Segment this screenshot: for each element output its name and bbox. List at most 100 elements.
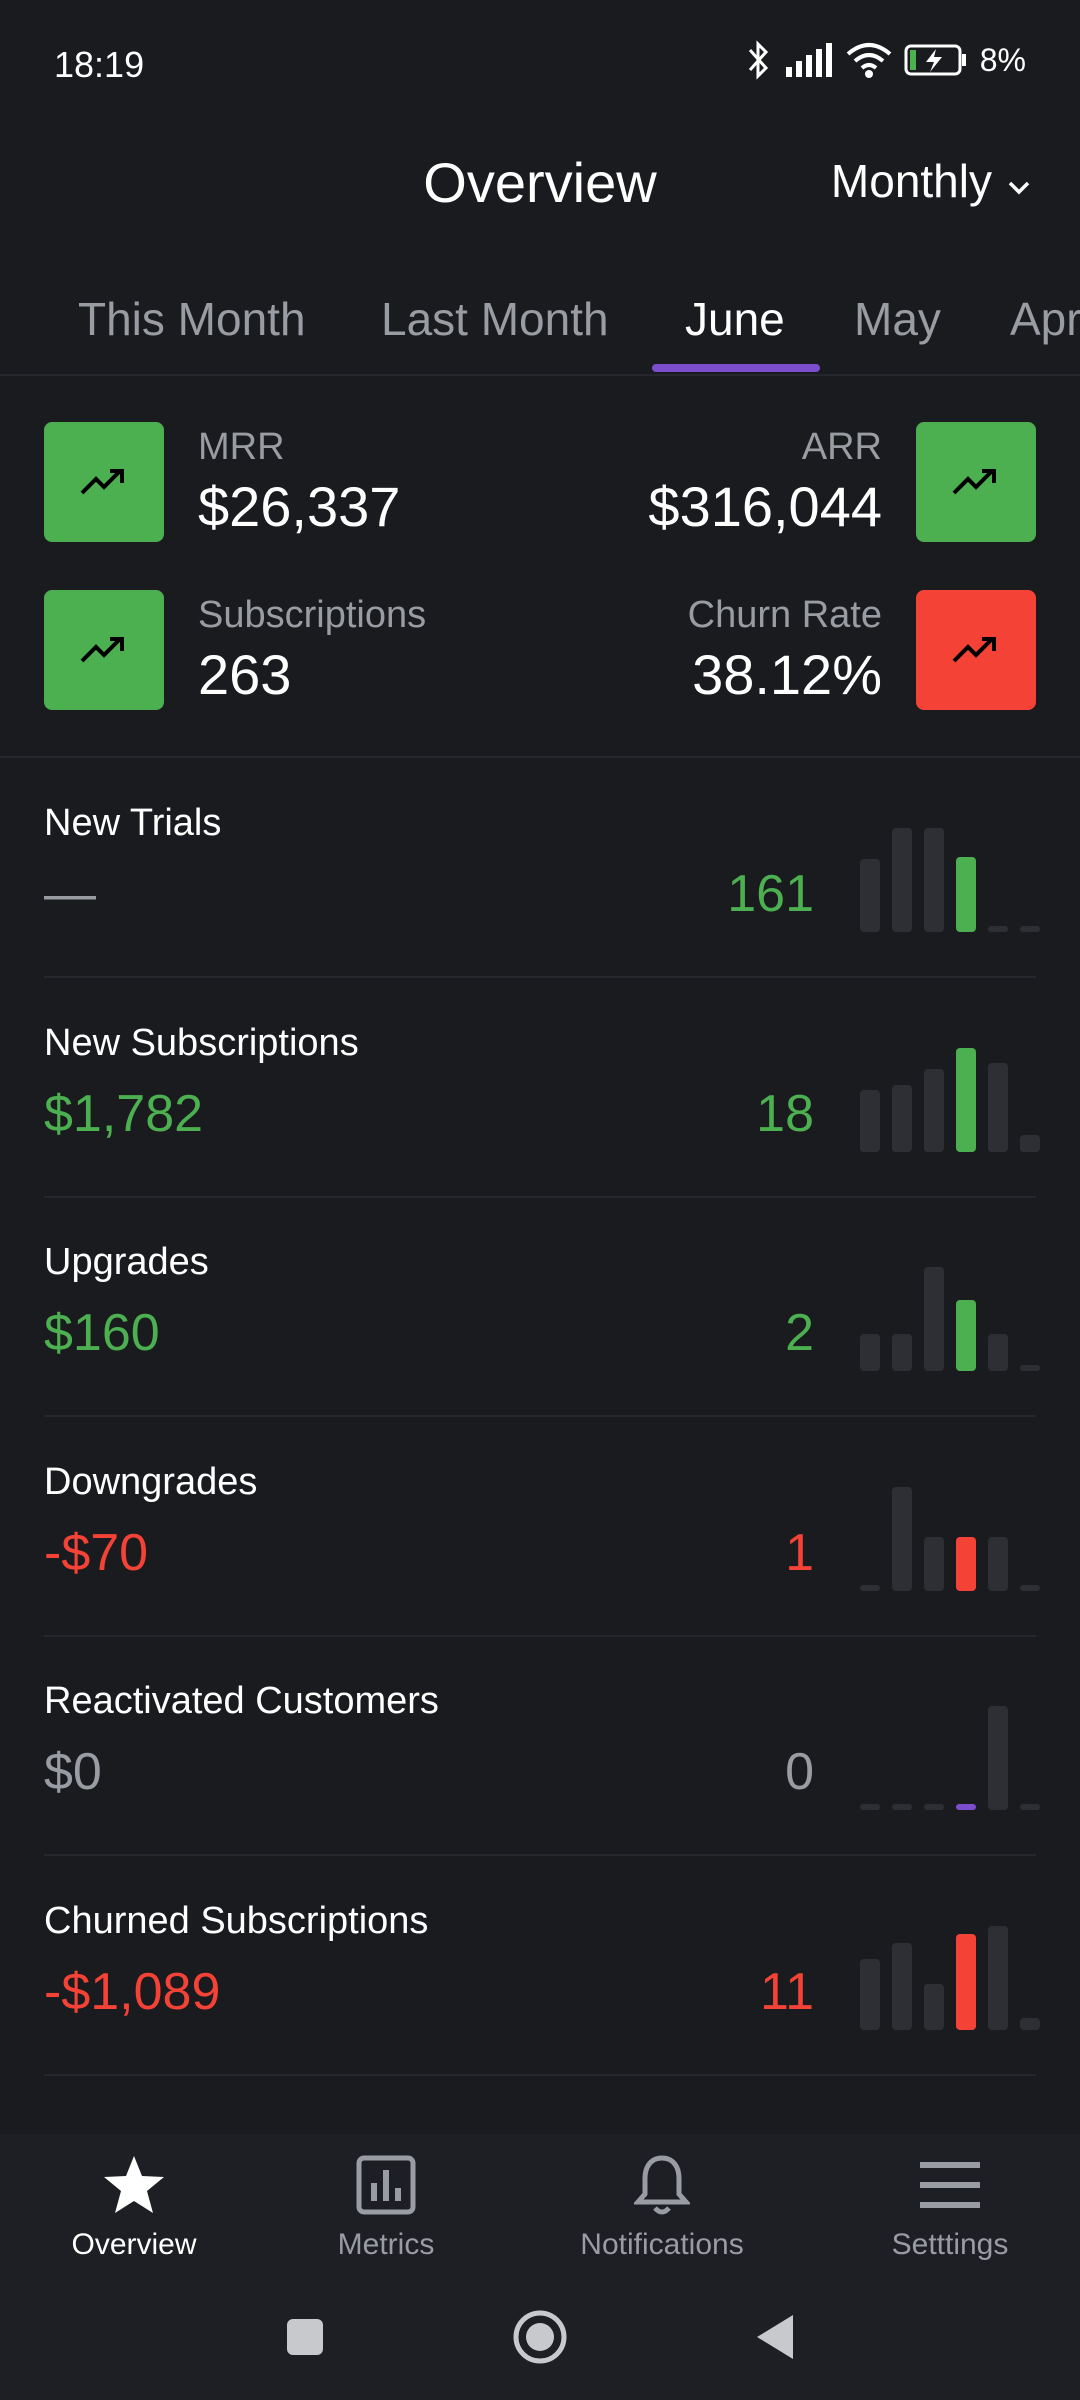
sparkline-bar — [924, 828, 944, 932]
trending-up-icon — [44, 422, 164, 542]
sparkline-bar — [892, 1942, 912, 2030]
home-button[interactable] — [500, 2302, 580, 2372]
sparkline-bar — [860, 1958, 880, 2030]
sparkline-bar — [924, 1068, 944, 1152]
sparkline-bar — [892, 1084, 912, 1152]
back-button[interactable] — [735, 2302, 815, 2372]
metric-amount: — — [44, 865, 96, 923]
kpi-churn-rate[interactable]: Churn Rate 38.12% — [576, 590, 1036, 710]
kpi-subscriptions[interactable]: Subscriptions 263 — [44, 590, 504, 710]
period-dropdown[interactable]: Monthly — [831, 154, 1032, 208]
system-nav-bar — [0, 2274, 1080, 2400]
kpi-value: $26,337 — [198, 475, 401, 538]
sparkline-bar — [956, 857, 976, 932]
sparkline-bar — [1020, 1134, 1040, 1152]
sparkline-bar — [956, 1300, 976, 1371]
sparkline-bar — [892, 1804, 912, 1810]
tab-june[interactable]: June — [685, 292, 785, 346]
tab-apr[interactable]: Apr — [1010, 292, 1080, 346]
kpi-arr[interactable]: ARR $316,044 — [576, 422, 1036, 542]
sparkline-bar — [1020, 1365, 1040, 1371]
sparkline-chart — [860, 1022, 1040, 1152]
metric-count: 18 — [756, 1084, 814, 1143]
period-tabs: This Month Last Month June May Apr — [0, 262, 1080, 376]
metric-name: New Trials — [44, 802, 222, 844]
kpi-label: Subscriptions — [198, 594, 427, 636]
sparkline-bar — [956, 1047, 976, 1152]
kpi-label: Churn Rate — [687, 594, 882, 636]
metric-row-upgrades[interactable]: Upgrades $160 2 — [44, 1197, 1040, 1417]
nav-overview[interactable]: Overview — [14, 2150, 254, 2262]
kpi-label: ARR — [801, 426, 882, 468]
kpi-value: 263 — [198, 643, 292, 706]
status-time: 18:19 — [54, 44, 145, 85]
sparkline-bar — [924, 1983, 944, 2030]
recents-button[interactable] — [265, 2302, 345, 2372]
metric-amount: $1,782 — [44, 1084, 204, 1143]
metric-amount: -$1,089 — [44, 1962, 221, 2021]
kpi-mrr[interactable]: MRR $26,337 — [44, 422, 504, 542]
sparkline-bar — [956, 1536, 976, 1591]
status-icons: 8% — [746, 40, 1026, 80]
trending-up-icon — [44, 590, 164, 710]
nav-notifications[interactable]: Notifications — [542, 2150, 782, 2262]
tab-last-month[interactable]: Last Month — [381, 292, 609, 346]
sparkline-bar — [860, 1584, 880, 1591]
sparkline-bar — [860, 1089, 880, 1152]
menu-icon — [830, 2150, 1070, 2220]
wifi-icon — [846, 42, 892, 78]
kpi-value: $316,044 — [648, 475, 882, 538]
kpi-value: 38.12% — [692, 643, 882, 706]
battery-icon — [904, 43, 968, 77]
sparkline-bar — [988, 926, 1008, 932]
metric-row-new-subscriptions[interactable]: New Subscriptions $1,782 18 — [44, 978, 1040, 1198]
bluetooth-icon — [746, 40, 772, 80]
divider — [44, 2073, 1036, 2076]
active-tab-indicator — [652, 364, 820, 372]
metric-count: 2 — [785, 1304, 814, 1362]
nav-settings[interactable]: Setttings — [830, 2150, 1070, 2262]
sparkline-bar — [988, 1334, 1008, 1371]
bar-chart-icon — [266, 2150, 506, 2220]
metric-row-downgrades[interactable]: Downgrades -$70 1 — [44, 1417, 1040, 1637]
metric-row-churned-subscriptions[interactable]: Churned Subscriptions -$1,089 11 — [44, 1856, 1040, 2076]
sparkline-bar — [988, 1536, 1008, 1591]
metric-name: Churned Subscriptions — [44, 1899, 429, 1942]
sparkline-bar — [988, 1062, 1008, 1152]
sparkline-chart — [860, 802, 1040, 932]
sparkline-chart — [860, 1461, 1040, 1591]
metric-count: 1 — [785, 1523, 814, 1582]
metric-amount: $0 — [44, 1743, 102, 1801]
status-bar: 18:19 8% — [0, 0, 1080, 136]
sparkline-bar — [924, 1536, 944, 1591]
metric-row-reactivated-customers[interactable]: Reactivated Customers $0 0 — [44, 1636, 1040, 1856]
sparkline-bar — [860, 1334, 880, 1371]
metric-amount: $160 — [44, 1304, 160, 1362]
metric-name: Reactivated Customers — [44, 1680, 439, 1722]
metric-count: 161 — [727, 865, 814, 923]
nav-label: Metrics — [337, 2228, 435, 2261]
metric-row-new-trials[interactable]: New Trials — 161 — [44, 758, 1040, 978]
sparkline-bar — [924, 1804, 944, 1810]
metric-count: 11 — [760, 1962, 814, 2021]
sparkline-bar — [860, 859, 880, 932]
sparkline-bar — [956, 1804, 976, 1810]
metric-name: Upgrades — [44, 1241, 209, 1283]
sparkline-bar — [892, 1334, 912, 1371]
chevron-down-icon — [1006, 154, 1032, 208]
battery-percent: 8% — [979, 41, 1026, 78]
kpi-label: MRR — [198, 426, 285, 468]
metric-amount: -$70 — [44, 1523, 149, 1582]
sparkline-bar — [988, 1925, 1008, 2030]
tab-may[interactable]: May — [854, 292, 941, 346]
sparkline-bar — [1020, 1804, 1040, 1810]
metric-name: New Subscriptions — [44, 1021, 359, 1064]
sparkline-bar — [956, 1933, 976, 2030]
metric-count: 0 — [785, 1743, 814, 1801]
nav-label: Notifications — [580, 2228, 744, 2261]
star-icon — [14, 2150, 254, 2220]
nav-label: Overview — [71, 2228, 197, 2261]
signal-icon — [784, 43, 834, 77]
tab-this-month[interactable]: This Month — [78, 292, 306, 346]
nav-metrics[interactable]: Metrics — [266, 2150, 506, 2262]
